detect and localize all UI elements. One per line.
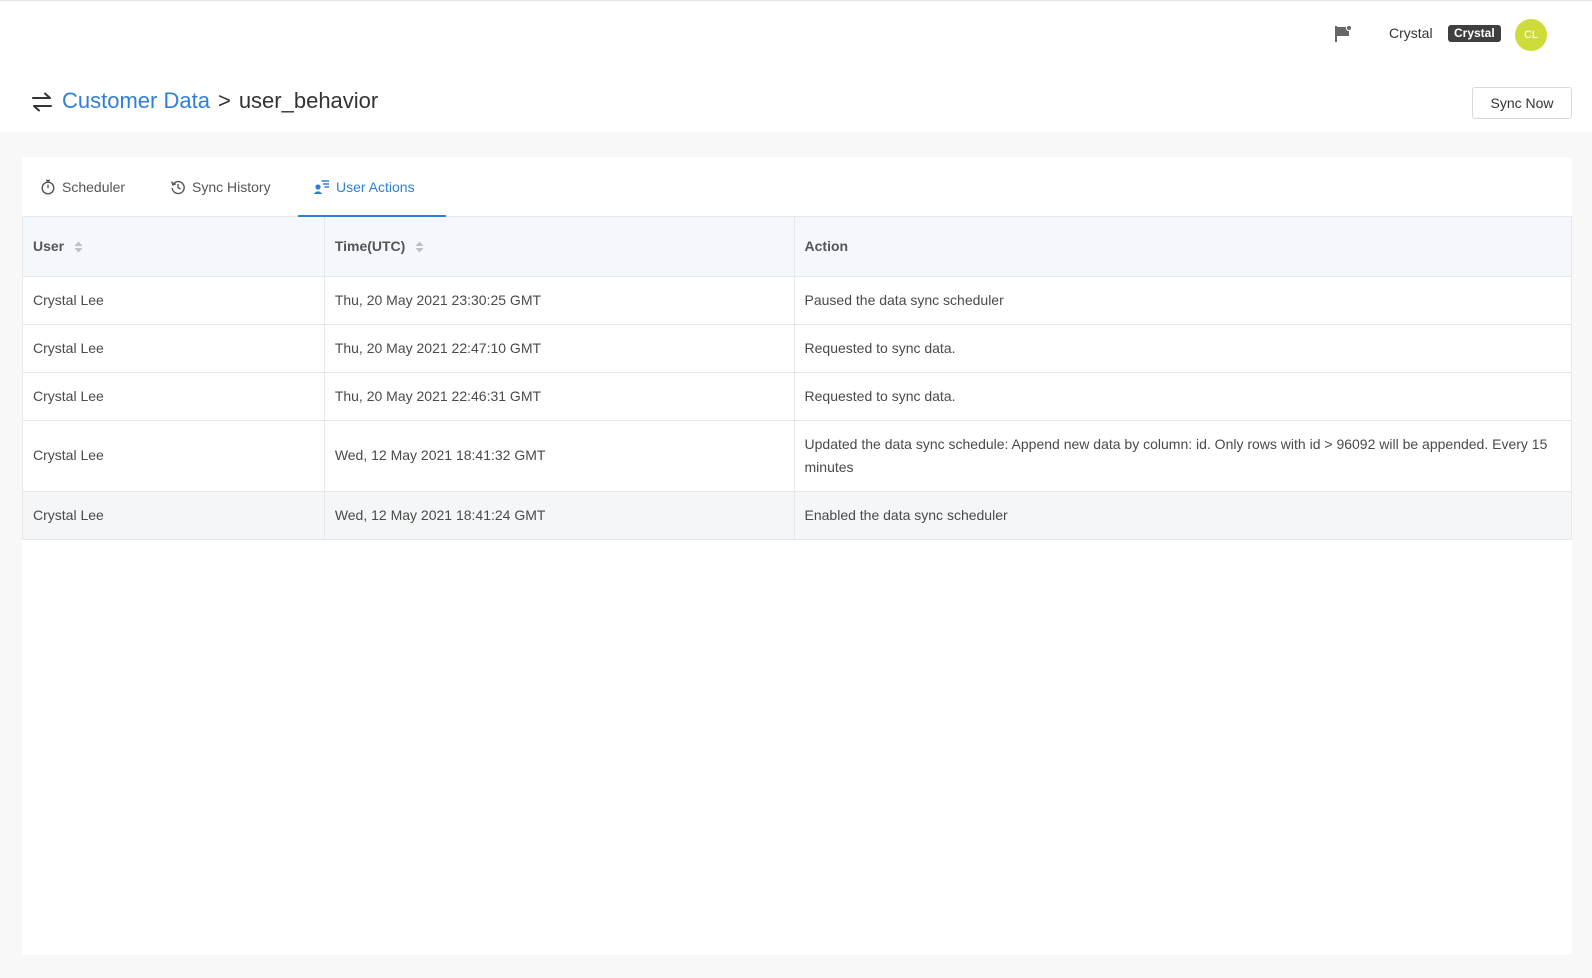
- stopwatch-icon: [41, 180, 55, 195]
- tab-label: Sync History: [192, 179, 271, 195]
- cell-user: Crystal Lee: [22, 324, 325, 373]
- swap-arrows-icon: [32, 92, 52, 112]
- tab-label: Scheduler: [62, 179, 126, 195]
- table-row: Crystal Lee Wed, 12 May 2021 18:41:24 GM…: [22, 491, 1573, 540]
- cell-time: Thu, 20 May 2021 22:46:31 GMT: [324, 372, 795, 421]
- cell-action: Requested to sync data.: [794, 372, 1573, 421]
- cell-user: Crystal Lee: [22, 491, 325, 540]
- user-role-badge: Crystal: [1448, 25, 1501, 42]
- page-header: Customer Data > user_behavior Sync Now: [0, 61, 1592, 132]
- tab-scheduler[interactable]: Scheduler: [40, 157, 125, 217]
- cell-action: Updated the data sync schedule: Append n…: [794, 420, 1573, 492]
- page-title: user_behavior: [238, 88, 379, 113]
- table-row: Crystal Lee Thu, 20 May 2021 22:47:10 GM…: [22, 324, 1573, 373]
- cell-time: Wed, 12 May 2021 18:41:24 GMT: [324, 491, 795, 540]
- user-name: Crystal: [1389, 25, 1433, 41]
- column-header-time[interactable]: Time(UTC): [324, 217, 795, 277]
- cell-user: Crystal Lee: [22, 276, 325, 325]
- top-bar: Crystal Crystal CL: [0, 0, 1592, 61]
- breadcrumb: Customer Data > user_behavior: [62, 87, 378, 115]
- cell-action: Enabled the data sync scheduler: [794, 491, 1573, 540]
- cell-action: Paused the data sync scheduler: [794, 276, 1573, 325]
- cell-user: Crystal Lee: [22, 372, 325, 421]
- tab-user-actions[interactable]: User Actions: [313, 157, 415, 217]
- table-row: Crystal Lee Wed, 12 May 2021 18:41:32 GM…: [22, 420, 1573, 492]
- content-panel: Scheduler Sync History User Actions User…: [22, 157, 1573, 955]
- sort-icon[interactable]: [74, 241, 83, 253]
- user-actions-table: User Time(UTC) Action Crystal Lee Thu, 2…: [22, 217, 1573, 540]
- column-header-user[interactable]: User: [22, 217, 325, 277]
- table-row: Crystal Lee Thu, 20 May 2021 23:30:25 GM…: [22, 276, 1573, 325]
- cell-time: Thu, 20 May 2021 22:47:10 GMT: [324, 324, 795, 373]
- tab-label: User Actions: [336, 179, 415, 195]
- tab-sync-history[interactable]: Sync History: [170, 157, 271, 217]
- flag-icon[interactable]: [1333, 24, 1353, 44]
- breadcrumb-separator: >: [217, 88, 231, 113]
- tab-bar: Scheduler Sync History User Actions: [22, 157, 1572, 217]
- cell-user: Crystal Lee: [22, 420, 325, 492]
- sync-now-button[interactable]: Sync Now: [1472, 87, 1572, 119]
- column-header-action: Action: [794, 217, 1573, 277]
- table-header-row: User Time(UTC) Action: [22, 217, 1573, 277]
- sort-icon[interactable]: [415, 241, 424, 253]
- cell-action: Requested to sync data.: [794, 324, 1573, 373]
- cell-time: Wed, 12 May 2021 18:41:32 GMT: [324, 420, 795, 492]
- history-icon: [171, 181, 185, 195]
- avatar[interactable]: CL: [1515, 19, 1547, 51]
- cell-time: Thu, 20 May 2021 23:30:25 GMT: [324, 276, 795, 325]
- breadcrumb-link-customer-data[interactable]: Customer Data: [62, 88, 210, 113]
- table-row: Crystal Lee Thu, 20 May 2021 22:46:31 GM…: [22, 372, 1573, 421]
- user-list-icon: [313, 180, 329, 195]
